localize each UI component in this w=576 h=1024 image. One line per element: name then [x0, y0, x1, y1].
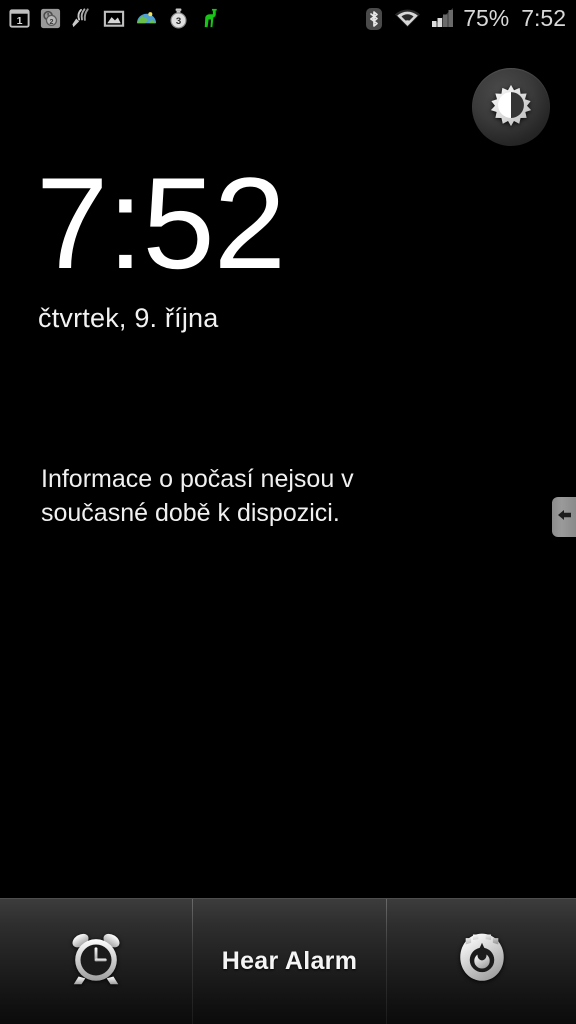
hear-alarm-button[interactable]: Hear Alarm — [193, 899, 386, 1024]
status-bar-system-icons: 75% 7:52 — [364, 5, 566, 33]
brightness-toggle-button[interactable] — [472, 68, 550, 146]
image-screenshot-icon — [102, 5, 126, 33]
arrow-left-icon — [555, 506, 573, 529]
svg-text:2: 2 — [49, 18, 53, 26]
alarm-clock-icon — [65, 928, 127, 995]
wifi-icon — [393, 5, 422, 33]
gps-satellite-icon — [70, 5, 94, 33]
timer-icon: 3 — [167, 5, 190, 33]
bluetooth-icon — [364, 5, 384, 33]
calendar-event-icon: 1 — [8, 5, 31, 33]
alarm-button[interactable] — [0, 899, 192, 1024]
lockscreen-date: čtvrtek, 9. října — [38, 303, 219, 333]
slide-out-panel-handle[interactable] — [552, 497, 576, 537]
hear-alarm-label: Hear Alarm — [221, 947, 358, 975]
battery-percentage: 75% — [463, 5, 510, 31]
status-bar-clock: 7:52 — [521, 5, 566, 31]
svg-text:1: 1 — [17, 15, 23, 27]
alarm-settings-button[interactable] — [387, 899, 576, 1024]
status-bar[interactable]: 1 2 3 75% 7:52 — [0, 0, 576, 37]
cellular-signal-icon — [431, 5, 454, 33]
lockscreen-clock: 7:52 — [36, 150, 286, 296]
gear-power-icon — [453, 930, 511, 993]
sun-brightness-icon — [488, 82, 534, 133]
svg-text:3: 3 — [176, 16, 181, 27]
bottom-action-bar: Hear Alarm — [0, 898, 576, 1024]
weather-earth-icon — [134, 5, 159, 33]
weather-unavailable-message: Informace o počasí nejsou v současné dob… — [41, 465, 354, 527]
status-bar-notification-icons: 1 2 3 — [8, 5, 364, 33]
alarm-clock-icon: 2 — [39, 5, 62, 33]
llama-app-icon — [198, 5, 223, 33]
